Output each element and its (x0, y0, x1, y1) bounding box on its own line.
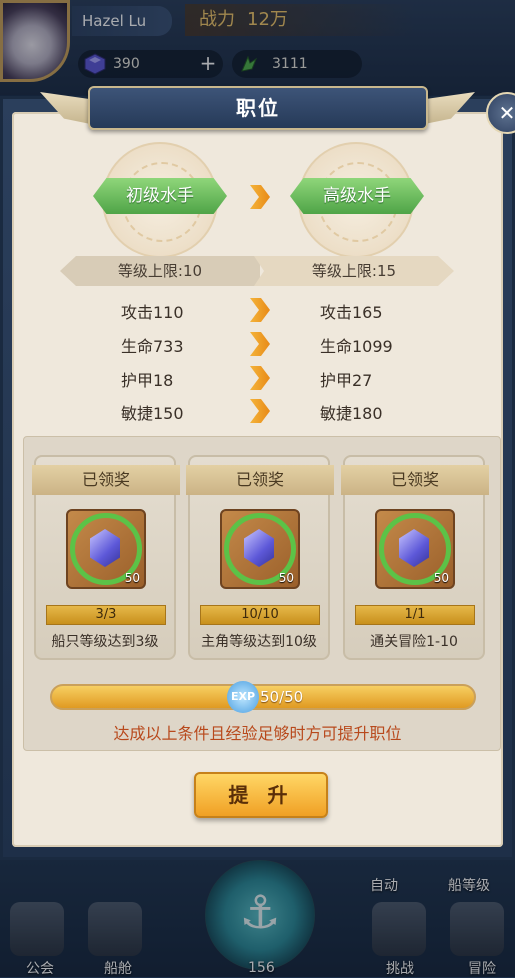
promote-button[interactable]: 提 升 (194, 772, 328, 818)
reward-status: 已领奖 (186, 465, 334, 495)
title-banner: 职位 (88, 86, 428, 130)
promotion-notice: 达成以上条件且经验足够时方可提升职位 (113, 724, 402, 743)
stat-hp-next: 生命1099 (320, 337, 393, 356)
stat-agility-next: 敏捷180 (320, 404, 383, 423)
reward-qty: 50 (278, 571, 294, 585)
stat-hp-current: 生命733 (121, 337, 184, 356)
reward-item[interactable]: 50 (220, 509, 300, 589)
next-rank-badge: 高级水手 (290, 178, 424, 214)
reward-status: 已领奖 (341, 465, 489, 495)
reward-condition: 主角等级达到10级 (201, 634, 317, 650)
current-level-limit: 等级上限:10 (60, 256, 260, 286)
reward-progress: 1/1 (355, 605, 475, 625)
stat-attack-current: 攻击110 (121, 303, 184, 322)
reward-progress: 3/3 (46, 605, 166, 625)
reward-status: 已领奖 (32, 465, 180, 495)
reward-item[interactable]: 50 (66, 509, 146, 589)
stat-armor-current: 护甲18 (121, 371, 174, 390)
stat-agility-current: 敏捷150 (121, 404, 184, 423)
reward-card[interactable]: 已领奖 50 10/10 主角等级达到10级 (186, 455, 334, 660)
next-level-limit: 等级上限:15 (254, 256, 454, 286)
reward-card[interactable]: 已领奖 50 1/1 通关冒险1-10 (341, 455, 489, 660)
reward-condition: 通关冒险1-10 (370, 634, 458, 650)
dialog-title: 职位 (236, 96, 280, 120)
exp-icon: EXP (227, 681, 259, 713)
reward-condition: 船只等级达到3级 (51, 634, 159, 650)
reward-qty: 50 (124, 571, 140, 585)
reward-item[interactable]: 50 (375, 509, 455, 589)
reward-progress: 10/10 (200, 605, 320, 625)
stat-attack-next: 攻击165 (320, 303, 383, 322)
current-rank-badge: 初级水手 (93, 178, 227, 214)
exp-progress-bar: EXP 50/50 (50, 681, 476, 713)
reward-qty: 50 (433, 571, 449, 585)
stat-armor-next: 护甲27 (320, 371, 373, 390)
reward-card[interactable]: 已领奖 50 3/3 船只等级达到3级 (32, 455, 180, 660)
exp-value: 50/50 (260, 688, 304, 706)
